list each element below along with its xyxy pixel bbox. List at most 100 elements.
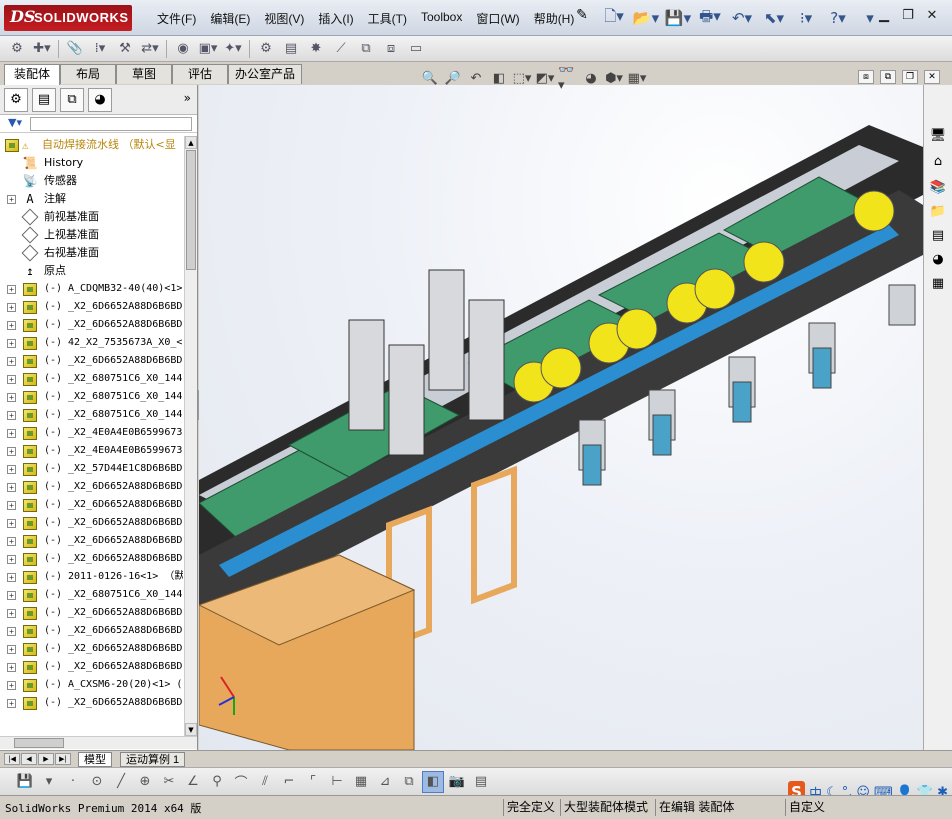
tree-item[interactable]: + (-) A_CDQMB32-40(40)<1> xyxy=(0,280,183,298)
expand-icon[interactable]: + xyxy=(7,609,16,618)
property-manager-tab-icon[interactable]: ▤ xyxy=(32,87,56,112)
tree-horizontal-scrollbar[interactable] xyxy=(0,736,197,749)
tree-item[interactable]: + (-) _X2_680751C6_X0_144 xyxy=(0,388,183,406)
menu-window[interactable]: 窗口(W) xyxy=(469,10,526,27)
tree-item[interactable]: ↥ 原点 xyxy=(0,262,183,280)
design-library-icon[interactable]: 📚 xyxy=(928,177,948,197)
graphics-area[interactable] xyxy=(199,85,923,750)
expand-icon[interactable]: + xyxy=(7,411,16,420)
tree-item[interactable]: + (-) _X2_4E0A4E0B6599673 xyxy=(0,424,183,442)
expand-icon[interactable]: + xyxy=(7,555,16,564)
tree-root[interactable]: +⚠自动焊接流水线 （默认<显 xyxy=(0,136,183,154)
print-icon[interactable]: 🖶▾ xyxy=(696,6,724,30)
section-view-icon[interactable]: ◧ xyxy=(489,68,509,88)
grid-icon[interactable]: ▦ xyxy=(350,771,372,793)
restore-icon[interactable]: ❐ xyxy=(900,8,916,24)
solidworks-logo[interactable]: DS SOLIDWORKS xyxy=(4,5,132,31)
expand-panel-icon[interactable]: » xyxy=(184,91,191,105)
file-explorer-icon[interactable]: 📁 xyxy=(928,201,948,221)
appearances-icon[interactable]: ◕ xyxy=(928,249,948,269)
corner-icon[interactable]: ⌐ xyxy=(278,771,300,793)
expand-icon[interactable]: + xyxy=(7,465,16,474)
hide-show-items-icon[interactable]: 👓▾ xyxy=(558,63,578,93)
tab-sketch[interactable]: 草图 xyxy=(116,64,172,84)
tree-item[interactable]: + (-) _X2_6D6652A88D6B6BD xyxy=(0,352,183,370)
expand-icon[interactable]: + xyxy=(7,321,16,330)
tree-item[interactable]: 上视基准面 xyxy=(0,226,183,244)
view-palette-icon[interactable]: ▤ xyxy=(928,225,948,245)
last-tab-icon[interactable]: ▶| xyxy=(55,753,71,765)
filter-icon[interactable]: ▼▾ xyxy=(8,116,22,129)
filter-input[interactable] xyxy=(30,117,192,131)
tree-item[interactable]: + (-) _X2_6D6652A88D6B6BD xyxy=(0,640,183,658)
zoom-to-area-icon[interactable]: 🔎 xyxy=(443,68,463,88)
tab-motion-study[interactable]: 运动算例 1 xyxy=(120,752,186,767)
edit-appearance-icon[interactable]: ◕ xyxy=(581,68,601,88)
tab-layout[interactable]: 布局 xyxy=(60,64,116,84)
trim-icon[interactable]: ✂ xyxy=(158,771,180,793)
tree-item[interactable]: + (-) _X2_6D6652A88D6B6BD xyxy=(0,604,183,622)
tree-item[interactable]: 📡 传感器 xyxy=(0,172,183,190)
save-icon[interactable]: 💾 xyxy=(14,771,36,793)
expand-icon[interactable]: + xyxy=(7,519,16,528)
menu-file[interactable]: 文件(F) xyxy=(150,10,203,27)
camera-icon[interactable]: 📷 xyxy=(446,771,468,793)
expand-icon[interactable]: + xyxy=(7,645,16,654)
viewport-close-icon[interactable]: ✕ xyxy=(924,70,940,84)
tree-item[interactable]: + (-) _X2_680751C6_X0_144 xyxy=(0,586,183,604)
status-custom[interactable]: 自定义 xyxy=(785,799,828,816)
tree-item[interactable]: + (-) _X2_680751C6_X0_144 xyxy=(0,406,183,424)
dotted-corner-icon[interactable]: ⌜ xyxy=(302,771,324,793)
help-icon[interactable]: ?▾ xyxy=(824,6,852,30)
tab-evaluate[interactable]: 评估 xyxy=(172,64,228,84)
mate-icon[interactable]: 📎 xyxy=(64,39,86,59)
scroll-down-icon[interactable]: ▼ xyxy=(185,723,197,736)
configuration-manager-tab-icon[interactable]: ⧉ xyxy=(60,87,84,112)
expand-icon[interactable]: + xyxy=(7,357,16,366)
exploded-view-icon[interactable]: ✸ xyxy=(305,39,327,59)
scroll-thumb-horizontal[interactable] xyxy=(14,738,64,748)
tree-item[interactable]: + (-) 42_X2_7535673A_X0_< xyxy=(0,334,183,352)
move-component-icon[interactable]: ⇄▾ xyxy=(139,39,161,59)
assembly-features-icon[interactable]: ▣▾ xyxy=(197,39,219,59)
view-orientation-icon[interactable]: ⬚▾ xyxy=(512,68,532,88)
new-part-icon[interactable]: ✚▾ xyxy=(31,39,53,59)
tree-item[interactable]: + (-) _X2_6D6652A88D6B6BD xyxy=(0,478,183,496)
dimension-icon[interactable]: ⊢ xyxy=(326,771,348,793)
linear-pattern-icon[interactable]: ⁞▾ xyxy=(89,39,111,59)
tree-item[interactable]: + (-) 2011-0126-16<1> （默 xyxy=(0,568,183,586)
solidworks-resources-icon[interactable]: 🖥 xyxy=(928,125,948,145)
tree-item[interactable]: + (-) _X2_6D6652A88D6B6BD xyxy=(0,514,183,532)
expand-icon[interactable]: + xyxy=(7,699,16,708)
menu-edit[interactable]: 编辑(E) xyxy=(203,10,257,27)
expand-icon[interactable]: + xyxy=(7,663,16,672)
sketch-fillet-icon[interactable]: ⌒ xyxy=(230,771,252,793)
tab-office-products[interactable]: 办公室产品 xyxy=(228,64,302,84)
expand-icon[interactable]: + xyxy=(7,339,16,348)
undo-icon[interactable]: ↶▾ xyxy=(728,6,756,30)
apply-scene-icon[interactable]: ⬢▾ xyxy=(604,68,624,88)
tree-item[interactable]: 📜 History xyxy=(0,154,183,172)
feature-tree-tab-icon[interactable]: ⚙ xyxy=(4,87,28,112)
scroll-up-icon[interactable]: ▲ xyxy=(185,136,197,149)
bill-of-materials-icon[interactable]: ▤ xyxy=(280,39,302,59)
tree-item[interactable]: + (-) _X2_6D6652A88D6B6BD xyxy=(0,316,183,334)
tree-item[interactable]: + (-) _X2_6D6652A88D6B6BD xyxy=(0,550,183,568)
3d-box-icon[interactable]: ⧉ xyxy=(398,771,420,793)
point-icon[interactable]: · xyxy=(62,771,84,793)
tree-item[interactable]: + (-) A_CXSM6-20(20)<1> ( xyxy=(0,676,183,694)
next-tab-icon[interactable]: ▶ xyxy=(38,753,54,765)
tree-item[interactable]: 右视基准面 xyxy=(0,244,183,262)
display-style-icon[interactable]: ◩▾ xyxy=(535,68,555,88)
tree-vertical-scrollbar[interactable]: ▲ ▼ xyxy=(184,136,197,736)
minimize-icon[interactable]: ▁ xyxy=(876,8,892,24)
traffic-light-icon[interactable]: ⁝▾ xyxy=(792,6,820,30)
smart-fasteners-icon[interactable]: ⚒ xyxy=(114,39,136,59)
open-file-icon[interactable]: 📂▾ xyxy=(632,6,660,30)
hole-alignment-icon[interactable]: ▭ xyxy=(405,39,427,59)
select-arrow-icon[interactable]: ⬉▾ xyxy=(760,6,788,30)
prev-tab-icon[interactable]: ◀ xyxy=(21,753,37,765)
angle-measure-icon[interactable]: ⊿ xyxy=(374,771,396,793)
menu-tools[interactable]: 工具(T) xyxy=(361,10,414,27)
expand-icon[interactable]: + xyxy=(7,537,16,546)
